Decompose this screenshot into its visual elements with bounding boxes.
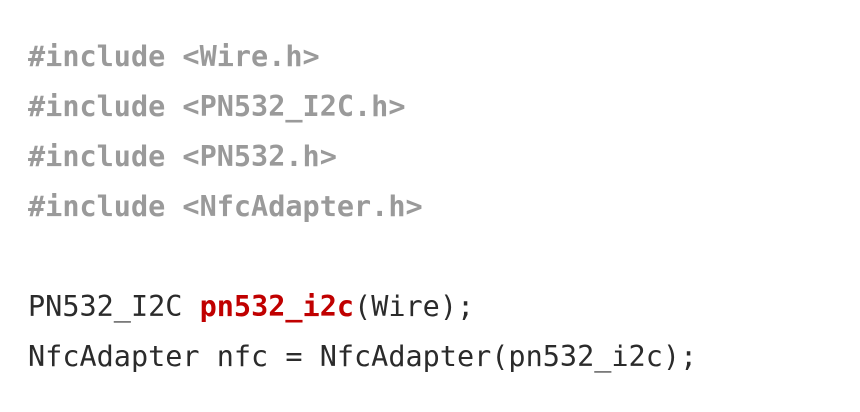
include-line-pn532: #include <PN532.h>	[28, 140, 337, 173]
code-snippet: #include <Wire.h> #include <PN532_I2C.h>…	[0, 0, 860, 412]
include-line-pn532-i2c: #include <PN532_I2C.h>	[28, 90, 406, 123]
variable-name-highlighted: pn532_i2c	[199, 290, 355, 323]
declaration-line-pn532-i2c: PN532_I2C pn532_i2c(Wire);	[28, 282, 860, 332]
declaration-line-nfc: NfcAdapter nfc = NfcAdapter(pn532_i2c);	[28, 340, 698, 373]
include-line-nfcadapter: #include <NfcAdapter.h>	[28, 190, 423, 223]
type-name: PN532_I2C	[28, 290, 200, 323]
constructor-args: (Wire);	[354, 290, 475, 323]
include-line-wire: #include <Wire.h>	[28, 40, 320, 73]
